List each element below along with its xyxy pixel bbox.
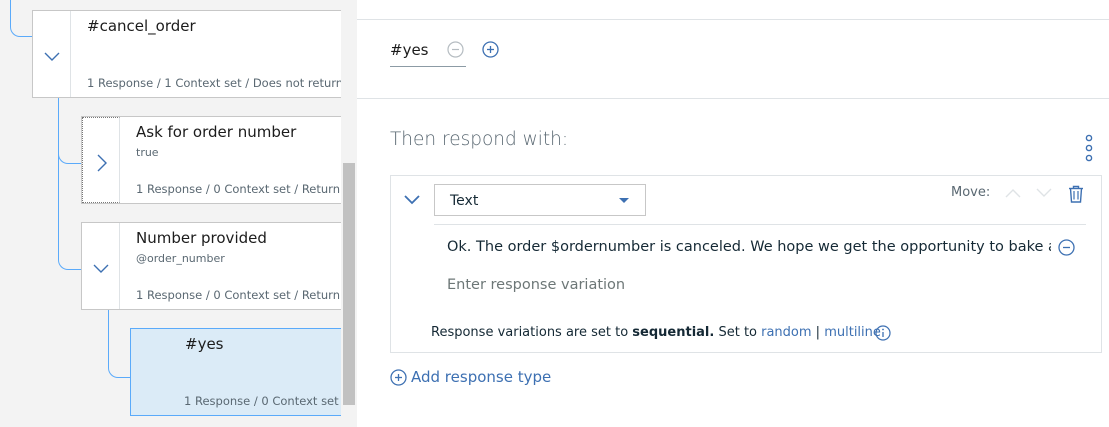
respond-heading: Then respond with: — [390, 129, 569, 150]
node-editor-pane: #yes Then respond with: Text Move: Ok. T… — [357, 0, 1109, 427]
condition-chip-text: #yes — [390, 41, 429, 59]
overflow-menu-icon[interactable] — [1083, 134, 1095, 162]
trash-icon[interactable] — [1068, 185, 1084, 203]
response-variation-empty-input[interactable]: Enter response variation — [447, 277, 625, 293]
mode-random-link[interactable]: random — [761, 325, 811, 340]
tree-connector — [58, 98, 82, 164]
node-title: #yes — [185, 335, 224, 353]
node-title: #cancel_order — [87, 17, 196, 35]
response-type-select[interactable]: Text — [434, 184, 646, 216]
tree-connector — [108, 310, 130, 378]
node-expand-toggle[interactable] — [82, 223, 120, 309]
chevron-right-icon — [97, 154, 107, 172]
divider — [357, 98, 1109, 99]
plus-circle-icon[interactable] — [482, 41, 499, 58]
node-meta: 1 Response / 0 Context set / Return al — [136, 182, 354, 196]
mode-set-to: Set to — [714, 325, 762, 340]
minus-circle-icon[interactable] — [1058, 239, 1075, 256]
variation-mode-text: Response variations are set to sequentia… — [431, 325, 881, 340]
add-response-type-label: Add response type — [411, 368, 552, 386]
node-meta: 1 Response / 0 Context set / Return al — [136, 288, 354, 302]
tree-node-cancel-order[interactable]: #cancel_order 1 Response / 1 Context set… — [32, 10, 343, 98]
chevron-down-icon[interactable] — [1036, 188, 1052, 198]
response-card: Text Move: Ok. The order $ordernumber is… — [390, 175, 1102, 353]
node-condition: true — [136, 146, 159, 159]
move-label: Move: — [951, 185, 991, 200]
minus-circle-icon[interactable] — [447, 41, 464, 58]
mode-separator: | — [811, 325, 825, 340]
node-meta: 1 Response / 0 Context set — [184, 394, 339, 408]
response-variation-input[interactable]: Ok. The order $ordernumber is canceled. … — [447, 239, 1051, 255]
chevron-down-icon[interactable] — [404, 195, 420, 205]
info-icon[interactable] — [875, 325, 891, 341]
node-condition: @order_number — [136, 252, 225, 265]
mode-value: sequential. — [632, 325, 715, 340]
plus-circle-icon — [390, 368, 407, 386]
tree-node-number-provided[interactable]: Number provided @order_number 1 Response… — [81, 222, 354, 310]
dialog-tree-pane: #cancel_order 1 Response / 1 Context set… — [0, 0, 357, 427]
node-expand-toggle[interactable] — [33, 11, 71, 97]
divider — [357, 19, 1109, 20]
mode-multiline-link[interactable]: multiline — [824, 325, 881, 340]
chevron-down-icon — [93, 264, 109, 273]
tree-connector — [10, 0, 32, 37]
node-meta: 1 Response / 1 Context set / Does not re… — [87, 76, 344, 90]
response-type-value: Text — [450, 193, 479, 209]
mode-prefix: Response variations are set to — [431, 325, 633, 340]
divider — [434, 224, 1086, 225]
tree-connector — [58, 160, 82, 270]
tree-node-yes[interactable]: #yes 1 Response / 0 Context set — [130, 328, 343, 416]
node-title: Number provided — [136, 229, 267, 247]
tree-node-ask-order-number[interactable]: Ask for order number true 1 Response / 0… — [81, 116, 354, 204]
chevron-up-icon[interactable] — [1005, 188, 1021, 198]
node-expand-toggle[interactable] — [82, 117, 120, 203]
tree-scrollbar-thumb[interactable] — [343, 163, 355, 405]
caret-down-icon — [619, 198, 629, 203]
node-title: Ask for order number — [136, 123, 297, 141]
chevron-down-icon — [44, 52, 60, 61]
add-response-type-button[interactable]: Add response type — [390, 368, 551, 386]
